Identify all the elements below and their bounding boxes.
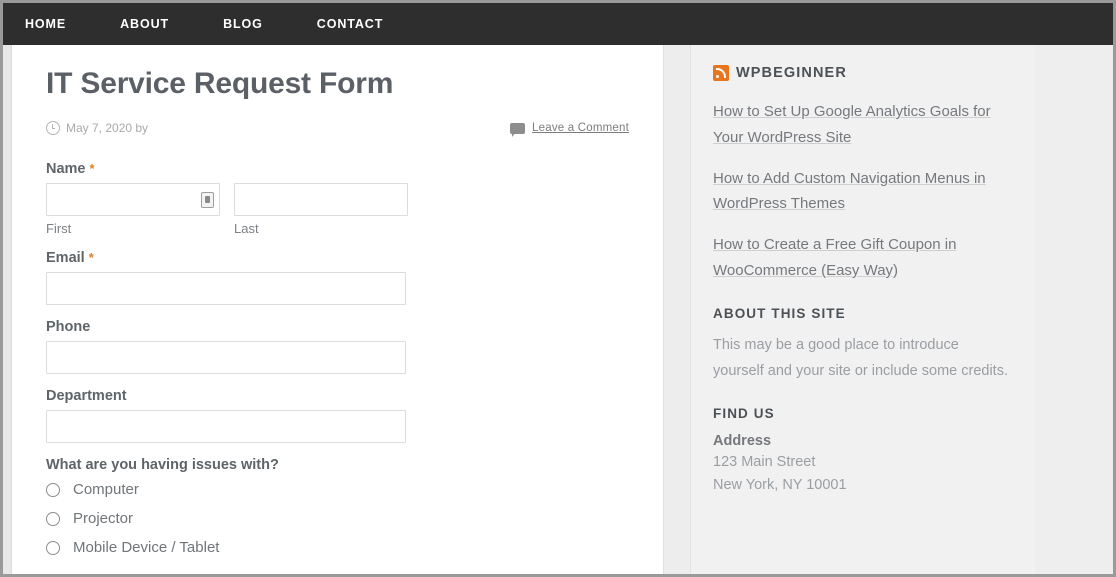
feed-link[interactable]: How to Create a Free Gift Coupon in WooC… bbox=[713, 232, 1013, 284]
widget-wpbeginner-feed: WPBEGINNER How to Set Up Google Analytic… bbox=[713, 65, 1013, 284]
nav-item-blog[interactable]: BLOG bbox=[223, 17, 263, 31]
field-phone: Phone bbox=[46, 319, 629, 374]
browser-page: HOME ABOUT BLOG CONTACT IT Service Reque… bbox=[0, 0, 1116, 577]
name-last-col: Last bbox=[234, 183, 408, 236]
field-email: Email * bbox=[46, 250, 629, 305]
name-first-col: First bbox=[46, 183, 220, 236]
right-page-background bbox=[1035, 45, 1113, 574]
contact-card-icon[interactable] bbox=[201, 191, 214, 208]
feed-link[interactable]: How to Set Up Google Analytics Goals for… bbox=[713, 99, 1013, 151]
email-required-marker: * bbox=[88, 250, 94, 265]
about-widget-text: This may be a good place to introduce yo… bbox=[713, 336, 1008, 379]
comment-bubble-icon bbox=[510, 122, 526, 137]
email-label-text: Email bbox=[46, 250, 85, 266]
clock-icon bbox=[46, 121, 60, 135]
name-last-input[interactable] bbox=[234, 183, 408, 216]
radio-option-computer[interactable]: Computer bbox=[46, 481, 629, 498]
issue-prompt: What are you having issues with? bbox=[46, 457, 279, 473]
name-label-text: Name bbox=[46, 161, 86, 177]
it-service-request-form: Name * First Last Email * Phone Departme… bbox=[46, 161, 629, 556]
nav-item-contact[interactable]: CONTACT bbox=[317, 17, 383, 31]
feed-widget-title: WPBEGINNER bbox=[713, 65, 1013, 81]
name-required-marker: * bbox=[89, 161, 95, 176]
phone-input[interactable] bbox=[46, 341, 406, 374]
phone-label: Phone bbox=[46, 319, 91, 335]
name-label: Name * bbox=[46, 161, 629, 177]
page-title: IT Service Request Form bbox=[46, 67, 394, 100]
email-label: Email * bbox=[46, 250, 629, 266]
name-first-input[interactable] bbox=[46, 183, 220, 216]
radio-label: Computer bbox=[73, 481, 139, 498]
radio-option-projector[interactable]: Projector bbox=[46, 510, 629, 527]
feed-link[interactable]: How to Add Custom Navigation Menus in Wo… bbox=[713, 166, 1013, 218]
name-last-sublabel: Last bbox=[234, 221, 259, 236]
find-us-widget-title: FIND US bbox=[713, 406, 775, 422]
radio-label: Mobile Device / Tablet bbox=[73, 539, 220, 556]
entry-meta: May 7, 2020 by Leave a Comment bbox=[46, 121, 629, 137]
feed-widget-title-text: WPBEGINNER bbox=[736, 65, 847, 81]
field-name: Name * First Last bbox=[46, 161, 629, 236]
department-label: Department bbox=[46, 388, 127, 404]
widget-about-this-site: ABOUT THIS SITE This may be a good place… bbox=[713, 306, 1013, 385]
left-gutter bbox=[3, 45, 12, 574]
page-body: IT Service Request Form May 7, 2020 by L… bbox=[3, 45, 1113, 574]
comment-meta: Leave a Comment bbox=[510, 122, 629, 137]
radio-label: Projector bbox=[73, 510, 134, 527]
field-issue-type: What are you having issues with? Compute… bbox=[46, 457, 629, 556]
widget-find-us: FIND US Address 123 Main Street New York… bbox=[713, 406, 1013, 496]
email-input[interactable] bbox=[46, 272, 406, 305]
department-input[interactable] bbox=[46, 410, 406, 443]
sidebar: WPBEGINNER How to Set Up Google Analytic… bbox=[691, 45, 1035, 574]
primary-navigation: HOME ABOUT BLOG CONTACT bbox=[3, 3, 1113, 45]
radio-circle-icon[interactable] bbox=[46, 482, 60, 497]
address-line-2: New York, NY 10001 bbox=[713, 476, 847, 493]
radio-circle-icon[interactable] bbox=[46, 511, 60, 526]
leave-a-comment-link[interactable]: Leave a Comment bbox=[532, 122, 629, 134]
nav-item-home[interactable]: HOME bbox=[25, 17, 66, 31]
nav-item-about[interactable]: ABOUT bbox=[120, 17, 169, 31]
address-line-1: 123 Main Street bbox=[713, 454, 816, 471]
post-date-text: May 7, 2020 by bbox=[66, 121, 149, 135]
post-date: May 7, 2020 by bbox=[46, 121, 148, 135]
main-content: IT Service Request Form May 7, 2020 by L… bbox=[12, 45, 663, 574]
name-row: First Last bbox=[46, 183, 629, 236]
address-label: Address bbox=[713, 433, 772, 450]
field-department: Department bbox=[46, 388, 629, 443]
rss-icon bbox=[713, 65, 729, 81]
name-first-sublabel: First bbox=[46, 221, 72, 236]
content-sidebar-gutter bbox=[663, 45, 691, 574]
radio-option-mobile-device[interactable]: Mobile Device / Tablet bbox=[46, 539, 629, 556]
name-first-input-wrap bbox=[46, 183, 220, 216]
radio-circle-icon[interactable] bbox=[46, 540, 60, 555]
about-widget-title: ABOUT THIS SITE bbox=[713, 305, 846, 321]
